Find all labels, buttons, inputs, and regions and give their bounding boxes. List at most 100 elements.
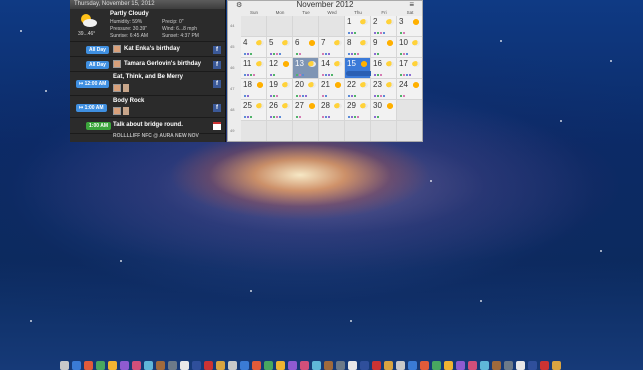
calendar-day-cell[interactable]: 14 bbox=[319, 58, 345, 79]
dock-app-icon[interactable] bbox=[432, 361, 441, 370]
menu-icon[interactable]: ≡ bbox=[409, 1, 414, 9]
dock-app-icon[interactable] bbox=[504, 361, 513, 370]
dock-app-icon[interactable] bbox=[264, 361, 273, 370]
dock-app-icon[interactable] bbox=[240, 361, 249, 370]
day-number: 23 bbox=[373, 80, 382, 89]
calendar-week-row: 44 1 2 3 bbox=[230, 16, 422, 37]
event-row[interactable]: ↦ 12:00 AM Eat, Think, and Be Merry f bbox=[70, 72, 225, 96]
calendar-day-cell[interactable]: 1 bbox=[345, 16, 371, 37]
dock-app-icon[interactable] bbox=[492, 361, 501, 370]
calendar-day-cell[interactable]: 30 bbox=[371, 100, 397, 121]
dock-app-icon[interactable] bbox=[252, 361, 261, 370]
dock-app-icon[interactable] bbox=[396, 361, 405, 370]
dock-app-icon[interactable] bbox=[540, 361, 549, 370]
calendar-day-cell[interactable]: 15 bbox=[345, 58, 376, 79]
weather-summary[interactable]: 39...46° Partly Cloudy Humidity: 59% Pre… bbox=[70, 9, 225, 42]
calendar-day-cell[interactable]: 16 bbox=[371, 58, 397, 79]
calendar-day-cell[interactable] bbox=[293, 16, 319, 37]
dock-app-icon[interactable] bbox=[216, 361, 225, 370]
dock-app-icon[interactable] bbox=[552, 361, 561, 370]
calendar-day-cell[interactable]: 10 bbox=[397, 37, 422, 58]
calendar-day-cell[interactable]: 19 bbox=[267, 79, 293, 100]
calendar-day-cell[interactable]: 5 bbox=[267, 37, 293, 58]
dock-app-icon[interactable] bbox=[108, 361, 117, 370]
calendar-day-cell[interactable] bbox=[397, 100, 422, 121]
dock-app-icon[interactable] bbox=[204, 361, 213, 370]
day-number: 3 bbox=[399, 17, 404, 26]
calendar-day-cell[interactable] bbox=[371, 121, 397, 141]
dock-app-icon[interactable] bbox=[120, 361, 129, 370]
dock-app-icon[interactable] bbox=[468, 361, 477, 370]
calendar-day-cell[interactable]: 13 bbox=[293, 58, 319, 79]
calendar-day-cell[interactable] bbox=[241, 16, 267, 37]
event-title-truncated: ROLLLLIFF NFC @ AURA NEW NOV bbox=[113, 133, 199, 139]
calendar-day-cell[interactable]: 20 bbox=[293, 79, 319, 100]
dock-app-icon[interactable] bbox=[192, 361, 201, 370]
dock-app-icon[interactable] bbox=[60, 361, 69, 370]
dock-app-icon[interactable] bbox=[288, 361, 297, 370]
calendar-day-cell[interactable]: 29 bbox=[345, 100, 371, 121]
dock-app-icon[interactable] bbox=[336, 361, 345, 370]
calendar-day-cell[interactable]: 23 bbox=[371, 79, 397, 100]
dock-app-icon[interactable] bbox=[360, 361, 369, 370]
calendar-day-cell[interactable]: 25 bbox=[241, 100, 267, 121]
calendar-day-cell[interactable] bbox=[397, 121, 422, 141]
calendar-week-row: 49 bbox=[230, 121, 422, 141]
calendar-day-cell[interactable] bbox=[319, 121, 345, 141]
dock-app-icon[interactable] bbox=[276, 361, 285, 370]
calendar-day-cell[interactable]: 3 bbox=[397, 16, 422, 37]
calendar-day-cell[interactable] bbox=[241, 121, 267, 141]
calendar-day-cell[interactable] bbox=[267, 16, 293, 37]
calendar-day-cell[interactable]: 28 bbox=[319, 100, 345, 121]
dock-app-icon[interactable] bbox=[312, 361, 321, 370]
dock-app-icon[interactable] bbox=[180, 361, 189, 370]
dock-app-icon[interactable] bbox=[132, 361, 141, 370]
event-row[interactable]: 1:00 AM Talk about bridge round. bbox=[70, 118, 225, 134]
dock-app-icon[interactable] bbox=[480, 361, 489, 370]
calendar-day-cell[interactable]: 12 bbox=[267, 58, 293, 79]
dock-app-icon[interactable] bbox=[300, 361, 309, 370]
calendar-day-cell[interactable] bbox=[319, 16, 345, 37]
calendar-day-cell[interactable]: 4 bbox=[241, 37, 267, 58]
calendar-day-cell[interactable]: 2 bbox=[371, 16, 397, 37]
event-dots bbox=[374, 32, 385, 34]
dock-app-icon[interactable] bbox=[384, 361, 393, 370]
calendar-day-cell[interactable] bbox=[267, 121, 293, 141]
calendar-day-cell[interactable]: 17 bbox=[397, 58, 422, 79]
event-row[interactable]: All Day Kat Enka's birthday f bbox=[70, 42, 225, 57]
calendar-day-cell[interactable]: 18 bbox=[241, 79, 267, 100]
calendar-day-cell[interactable]: 21 bbox=[319, 79, 345, 100]
dock-app-icon[interactable] bbox=[420, 361, 429, 370]
dock-app-icon[interactable] bbox=[168, 361, 177, 370]
calendar-day-cell[interactable]: 7 bbox=[319, 37, 345, 58]
event-row[interactable]: All Day Tamara Gerlovin's birthday f bbox=[70, 57, 225, 72]
calendar-day-cell[interactable] bbox=[293, 121, 319, 141]
dock-app-icon[interactable] bbox=[372, 361, 381, 370]
event-row[interactable]: ↦ 1:00 AM Body Rock f bbox=[70, 96, 225, 118]
calendar-day-cell[interactable]: 6 bbox=[293, 37, 319, 58]
event-row[interactable]: ROLLLLIFF NFC @ AURA NEW NOV bbox=[70, 133, 225, 140]
dock-app-icon[interactable] bbox=[84, 361, 93, 370]
dock-app-icon[interactable] bbox=[528, 361, 537, 370]
calendar-day-cell[interactable]: 11 bbox=[241, 58, 267, 79]
dock-app-icon[interactable] bbox=[348, 361, 357, 370]
dock-app-icon[interactable] bbox=[324, 361, 333, 370]
dock-app-icon[interactable] bbox=[156, 361, 165, 370]
dock-app-icon[interactable] bbox=[456, 361, 465, 370]
dock-app-icon[interactable] bbox=[228, 361, 237, 370]
calendar-day-cell[interactable] bbox=[345, 121, 371, 141]
dock-app-icon[interactable] bbox=[516, 361, 525, 370]
dock-app-icon[interactable] bbox=[444, 361, 453, 370]
dock-app-icon[interactable] bbox=[144, 361, 153, 370]
calendar-day-cell[interactable]: 9 bbox=[371, 37, 397, 58]
weather-icon bbox=[334, 40, 342, 46]
dock-app-icon[interactable] bbox=[96, 361, 105, 370]
calendar-day-cell[interactable]: 27 bbox=[293, 100, 319, 121]
calendar-day-cell[interactable]: 26 bbox=[267, 100, 293, 121]
dock-app-icon[interactable] bbox=[72, 361, 81, 370]
dock-app-icon[interactable] bbox=[408, 361, 417, 370]
calendar-day-cell[interactable]: 24 bbox=[397, 79, 422, 100]
event-dots bbox=[374, 74, 382, 76]
calendar-day-cell[interactable]: 22 bbox=[345, 79, 371, 100]
calendar-day-cell[interactable]: 8 bbox=[345, 37, 371, 58]
